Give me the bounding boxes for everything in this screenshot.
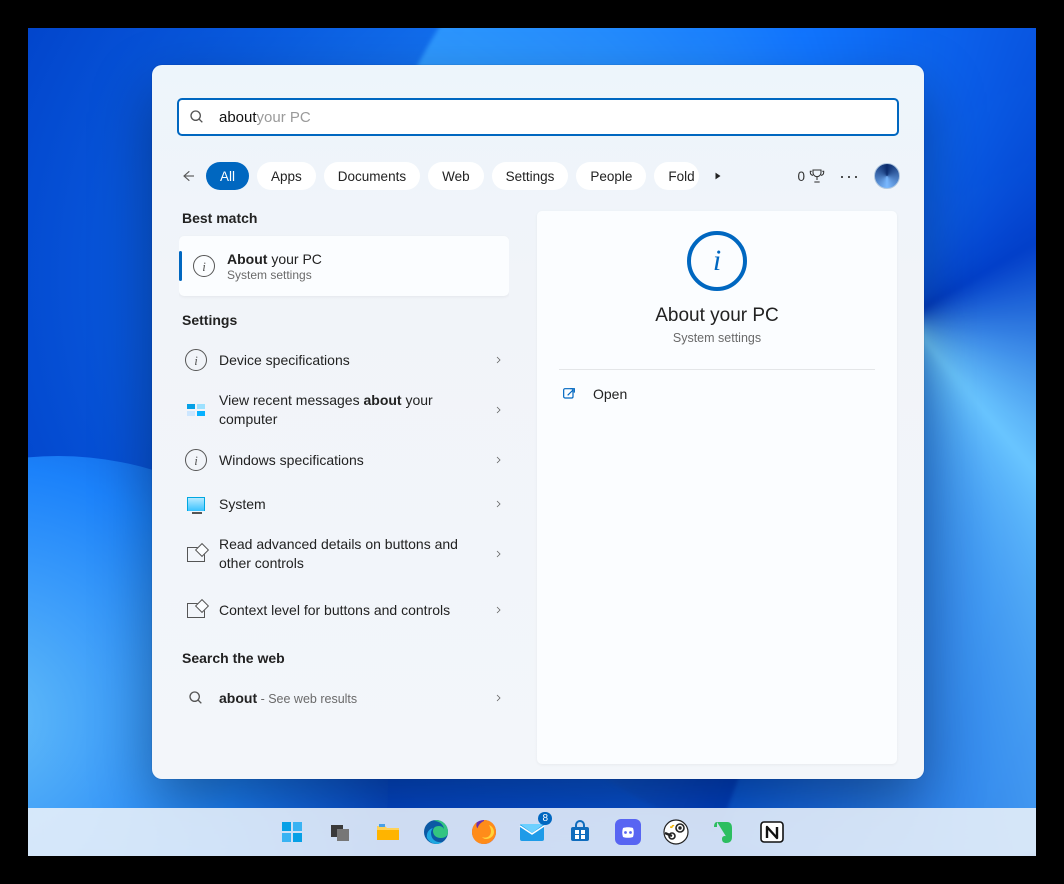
filter-pill-settings[interactable]: Settings (492, 162, 569, 190)
settings-item-advanced-buttons[interactable]: Read advanced details on buttons and oth… (179, 526, 509, 582)
taskbar-discord[interactable] (608, 812, 648, 852)
search-input[interactable] (217, 100, 887, 134)
flag-icon (185, 404, 207, 416)
more-options-icon[interactable]: ··· (833, 166, 866, 187)
taskbar-firefox[interactable] (464, 812, 504, 852)
taskbar-explorer[interactable] (368, 812, 408, 852)
user-avatar[interactable] (874, 163, 900, 189)
section-settings: Settings (182, 312, 506, 328)
detail-title: About your PC (655, 305, 779, 327)
taskbar-store[interactable] (560, 812, 600, 852)
best-match-item[interactable]: i About your PC System settings (179, 236, 509, 296)
info-icon-large: i (687, 231, 747, 291)
web-result-about[interactable]: about - See web results (179, 676, 509, 720)
chevron-right-icon (494, 603, 503, 617)
taskbar-start-button[interactable] (272, 812, 312, 852)
chevron-right-icon (494, 453, 503, 467)
detail-panel: i About your PC System settings Open (537, 211, 897, 764)
chevron-right-icon (494, 497, 503, 511)
filter-pill-documents[interactable]: Documents (324, 162, 420, 190)
results-column: Best match i About your PC System settin… (179, 210, 509, 764)
taskbar-notion[interactable] (752, 812, 792, 852)
best-match-title: About your PC (227, 251, 322, 267)
search-icon (185, 690, 207, 706)
search-box[interactable]: about your PC (177, 98, 899, 136)
filter-pill-all[interactable]: All (206, 162, 249, 190)
chevron-right-icon (494, 547, 503, 561)
accessibility-icon (185, 547, 207, 562)
rewards-points[interactable]: 0 (798, 168, 826, 184)
taskbar-steam[interactable] (656, 812, 696, 852)
back-arrow-icon[interactable] (176, 168, 200, 184)
best-match-subtitle: System settings (227, 268, 322, 282)
filter-pill-web[interactable]: Web (428, 162, 484, 190)
settings-item-windows-specs[interactable]: i Windows specifications (179, 438, 509, 482)
section-web: Search the web (182, 650, 506, 666)
info-icon: i (185, 449, 207, 471)
open-icon (561, 386, 577, 402)
chevron-right-icon (494, 691, 503, 705)
accessibility-icon (185, 603, 207, 618)
search-icon (189, 109, 205, 125)
overflow-scroll-icon[interactable] (707, 162, 729, 190)
section-best-match: Best match (182, 210, 506, 226)
settings-item-system[interactable]: System (179, 482, 509, 526)
info-icon: i (185, 349, 207, 371)
taskbar-taskview[interactable] (320, 812, 360, 852)
detail-subtitle: System settings (673, 331, 761, 345)
open-action[interactable]: Open (537, 370, 897, 418)
filter-pill-people[interactable]: People (576, 162, 646, 190)
taskbar-edge[interactable] (416, 812, 456, 852)
desktop-background: about your PC All Apps Documents Web Set… (28, 28, 1036, 856)
mail-badge: 8 (538, 812, 552, 825)
taskbar-evernote[interactable] (704, 812, 744, 852)
filter-row: All Apps Documents Web Settings People F… (176, 156, 900, 196)
taskbar-mail[interactable]: 8 (512, 812, 552, 852)
start-search-panel: about your PC All Apps Documents Web Set… (152, 65, 924, 779)
settings-item-device-specs[interactable]: i Device specifications (179, 338, 509, 382)
settings-item-security-messages[interactable]: View recent messages about your computer (179, 382, 509, 438)
info-icon: i (193, 255, 215, 277)
taskbar: 8 (28, 808, 1036, 856)
chevron-right-icon (494, 353, 503, 367)
settings-item-context-level[interactable]: Context level for buttons and controls (179, 582, 509, 638)
filter-pill-apps[interactable]: Apps (257, 162, 316, 190)
chevron-right-icon (494, 403, 503, 417)
filter-pill-folders[interactable]: Fold (654, 162, 698, 190)
monitor-icon (185, 497, 207, 511)
